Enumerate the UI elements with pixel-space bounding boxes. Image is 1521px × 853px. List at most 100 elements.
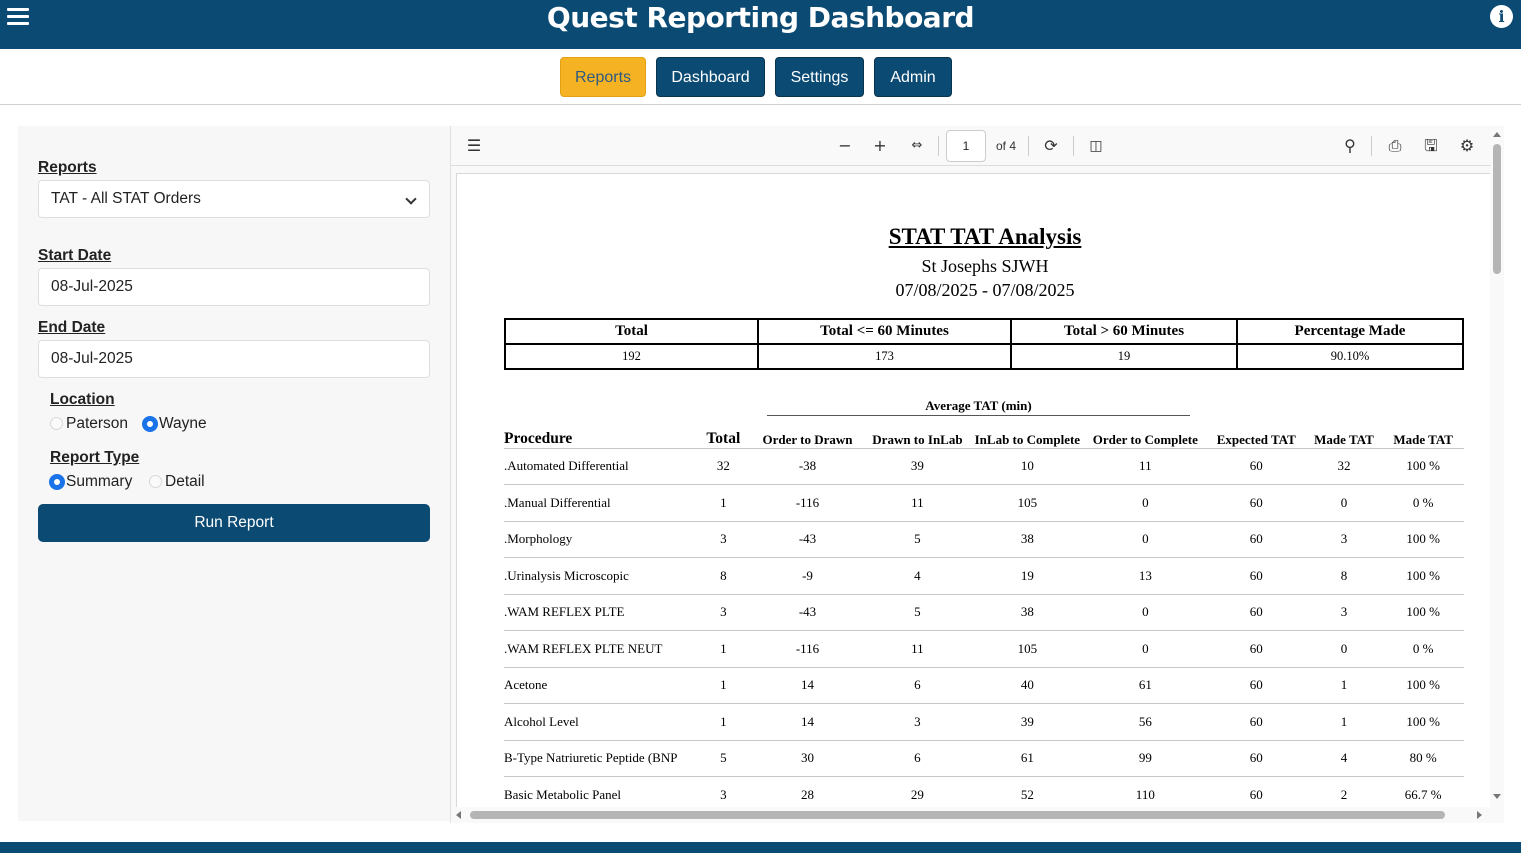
summary-header: Total <= 60 Minutes	[757, 318, 1012, 345]
procedure-cell: .Manual Differential	[504, 484, 696, 522]
scroll-down-icon[interactable]	[1493, 794, 1501, 799]
nav-dashboard-button[interactable]: Dashboard	[656, 57, 765, 97]
table-cell: 100 %	[1382, 667, 1464, 704]
type-detail-label: Detail	[165, 473, 205, 490]
table-cell: -9	[751, 557, 864, 595]
page-number-input[interactable]: 1	[946, 130, 986, 162]
table-cell: 39	[970, 703, 1084, 741]
report-date-range: 07/08/2025 - 07/08/2025	[895, 280, 1075, 300]
nav-settings-button[interactable]: Settings	[775, 57, 864, 97]
table-cell: 32	[1305, 448, 1383, 485]
table-cell: 3	[695, 594, 752, 631]
outline-list-icon[interactable]: ☰	[462, 134, 486, 158]
scroll-right-icon[interactable]	[1477, 811, 1482, 819]
table-cell: 60	[1206, 484, 1306, 522]
info-icon[interactable]: i	[1490, 5, 1513, 28]
procedure-cell: B-Type Natriuretic Peptide (BNP	[504, 740, 696, 777]
summary-value: 90.10%	[1236, 343, 1464, 370]
reports-label: Reports	[38, 159, 97, 176]
table-cell: -43	[751, 521, 864, 558]
app-title: Quest Reporting Dashboard	[546, 1, 975, 34]
run-report-button[interactable]: Run Report	[38, 504, 430, 542]
gear-icon[interactable]: ⚙	[1455, 134, 1479, 158]
end-date-input[interactable]: 08-Jul-2025	[38, 340, 430, 378]
type-summary-radio[interactable]	[50, 475, 64, 489]
report-type-label: Report Type	[50, 449, 140, 466]
table-cell: 60	[1206, 594, 1306, 631]
table-row: .Urinalysis Microscopic 8 -9 4 19 13 60 8 100 %	[504, 557, 1464, 595]
reports-select[interactable]: TAT - All STAT Orders	[38, 180, 430, 218]
table-cell: 0	[1083, 594, 1207, 631]
table-cell: 1	[1305, 703, 1383, 741]
horizontal-scrollbar[interactable]	[456, 808, 1486, 822]
table-cell: 5	[863, 594, 971, 631]
rotate-icon[interactable]: ⟳	[1039, 134, 1063, 158]
table-cell: 3	[863, 703, 971, 741]
summary-value: 173	[757, 343, 1012, 370]
type-detail-radio[interactable]	[149, 475, 162, 488]
scroll-up-icon[interactable]	[1493, 132, 1501, 137]
nav-admin-button[interactable]: Admin	[874, 57, 952, 97]
zoom-in-icon[interactable]: +	[868, 134, 892, 158]
type-summary-label: Summary	[66, 473, 133, 490]
two-page-view-icon[interactable]: ◫	[1084, 134, 1108, 158]
table-cell: 60	[1206, 776, 1306, 807]
scroll-left-icon[interactable]	[456, 811, 461, 819]
summary-value: 19	[1010, 343, 1238, 370]
table-row: Acetone 1 14 6 40 61 60 1 100 %	[504, 667, 1464, 704]
table-cell: 3	[695, 776, 752, 807]
location-wayne-label: Wayne	[159, 415, 207, 432]
print-icon[interactable]: ⎙	[1383, 134, 1407, 158]
table-cell: 1	[695, 630, 752, 668]
table-cell: 19	[970, 557, 1084, 595]
top-bar: Quest Reporting Dashboard i	[0, 0, 1521, 49]
table-cell: 52	[970, 776, 1084, 807]
table-cell: 56	[1083, 703, 1207, 741]
table-cell: 61	[1083, 667, 1207, 704]
table-cell: 11	[863, 484, 971, 522]
table-cell: 100 %	[1382, 594, 1464, 631]
summary-header: Total > 60 Minutes	[1010, 318, 1238, 345]
nav-reports-button[interactable]: Reports	[560, 57, 646, 97]
procedure-cell: .Morphology	[504, 521, 696, 558]
column-header: Made TAT	[1382, 416, 1464, 449]
procedure-cell: Acetone	[504, 667, 696, 704]
start-date-label: Start Date	[38, 247, 112, 264]
column-header: Drawn to InLab	[863, 416, 971, 449]
zoom-out-icon[interactable]: −	[833, 134, 857, 158]
procedure-cell: .WAM REFLEX PLTE	[504, 594, 696, 631]
table-cell: 8	[1305, 557, 1383, 595]
detail-header-row: Procedure Total Order to Drawn Drawn to …	[504, 416, 1464, 449]
table-cell: 39	[863, 448, 971, 485]
start-date-input[interactable]: 08-Jul-2025	[38, 268, 430, 306]
vertical-scroll-thumb[interactable]	[1493, 144, 1501, 274]
table-cell: 0 %	[1382, 630, 1464, 668]
table-cell: 5	[695, 740, 752, 777]
horizontal-scroll-thumb[interactable]	[470, 811, 1445, 819]
procedure-cell: Alcohol Level	[504, 703, 696, 741]
table-cell: 0 %	[1382, 484, 1464, 522]
table-cell: 60	[1206, 703, 1306, 741]
vertical-scrollbar[interactable]	[1490, 126, 1504, 806]
save-icon[interactable]: 🖫	[1419, 134, 1443, 158]
table-row: .Morphology 3 -43 5 38 0 60 3 100 %	[504, 521, 1464, 558]
fit-width-icon[interactable]: ⇔	[905, 134, 929, 158]
table-cell: 105	[970, 484, 1084, 522]
table-row: Alcohol Level 1 14 3 39 56 60 1 100 %	[504, 703, 1464, 741]
column-header: Procedure	[504, 416, 696, 449]
average-tat-label: Average TAT (min)	[767, 398, 1190, 416]
procedure-cell: .Urinalysis Microscopic	[504, 557, 696, 595]
location-paterson-radio[interactable]	[50, 417, 63, 430]
table-row: Basic Metabolic Panel 3 28 29 52 110 60 2 66.7 %	[504, 776, 1464, 807]
table-cell: 28	[751, 776, 864, 807]
table-row: B-Type Natriuretic Peptide (BNP 5 30 6 61 99 6…	[504, 740, 1464, 777]
table-cell: 32	[695, 448, 752, 485]
location-paterson-label: Paterson	[66, 415, 129, 432]
table-cell: 1	[1305, 667, 1383, 704]
table-cell: 0	[1305, 484, 1383, 522]
chevron-down-icon	[405, 193, 417, 205]
procedure-cell: Basic Metabolic Panel	[504, 776, 696, 807]
location-wayne-radio[interactable]	[143, 417, 157, 431]
search-icon[interactable]: ⚲	[1338, 134, 1362, 158]
table-cell: 60	[1206, 630, 1306, 668]
